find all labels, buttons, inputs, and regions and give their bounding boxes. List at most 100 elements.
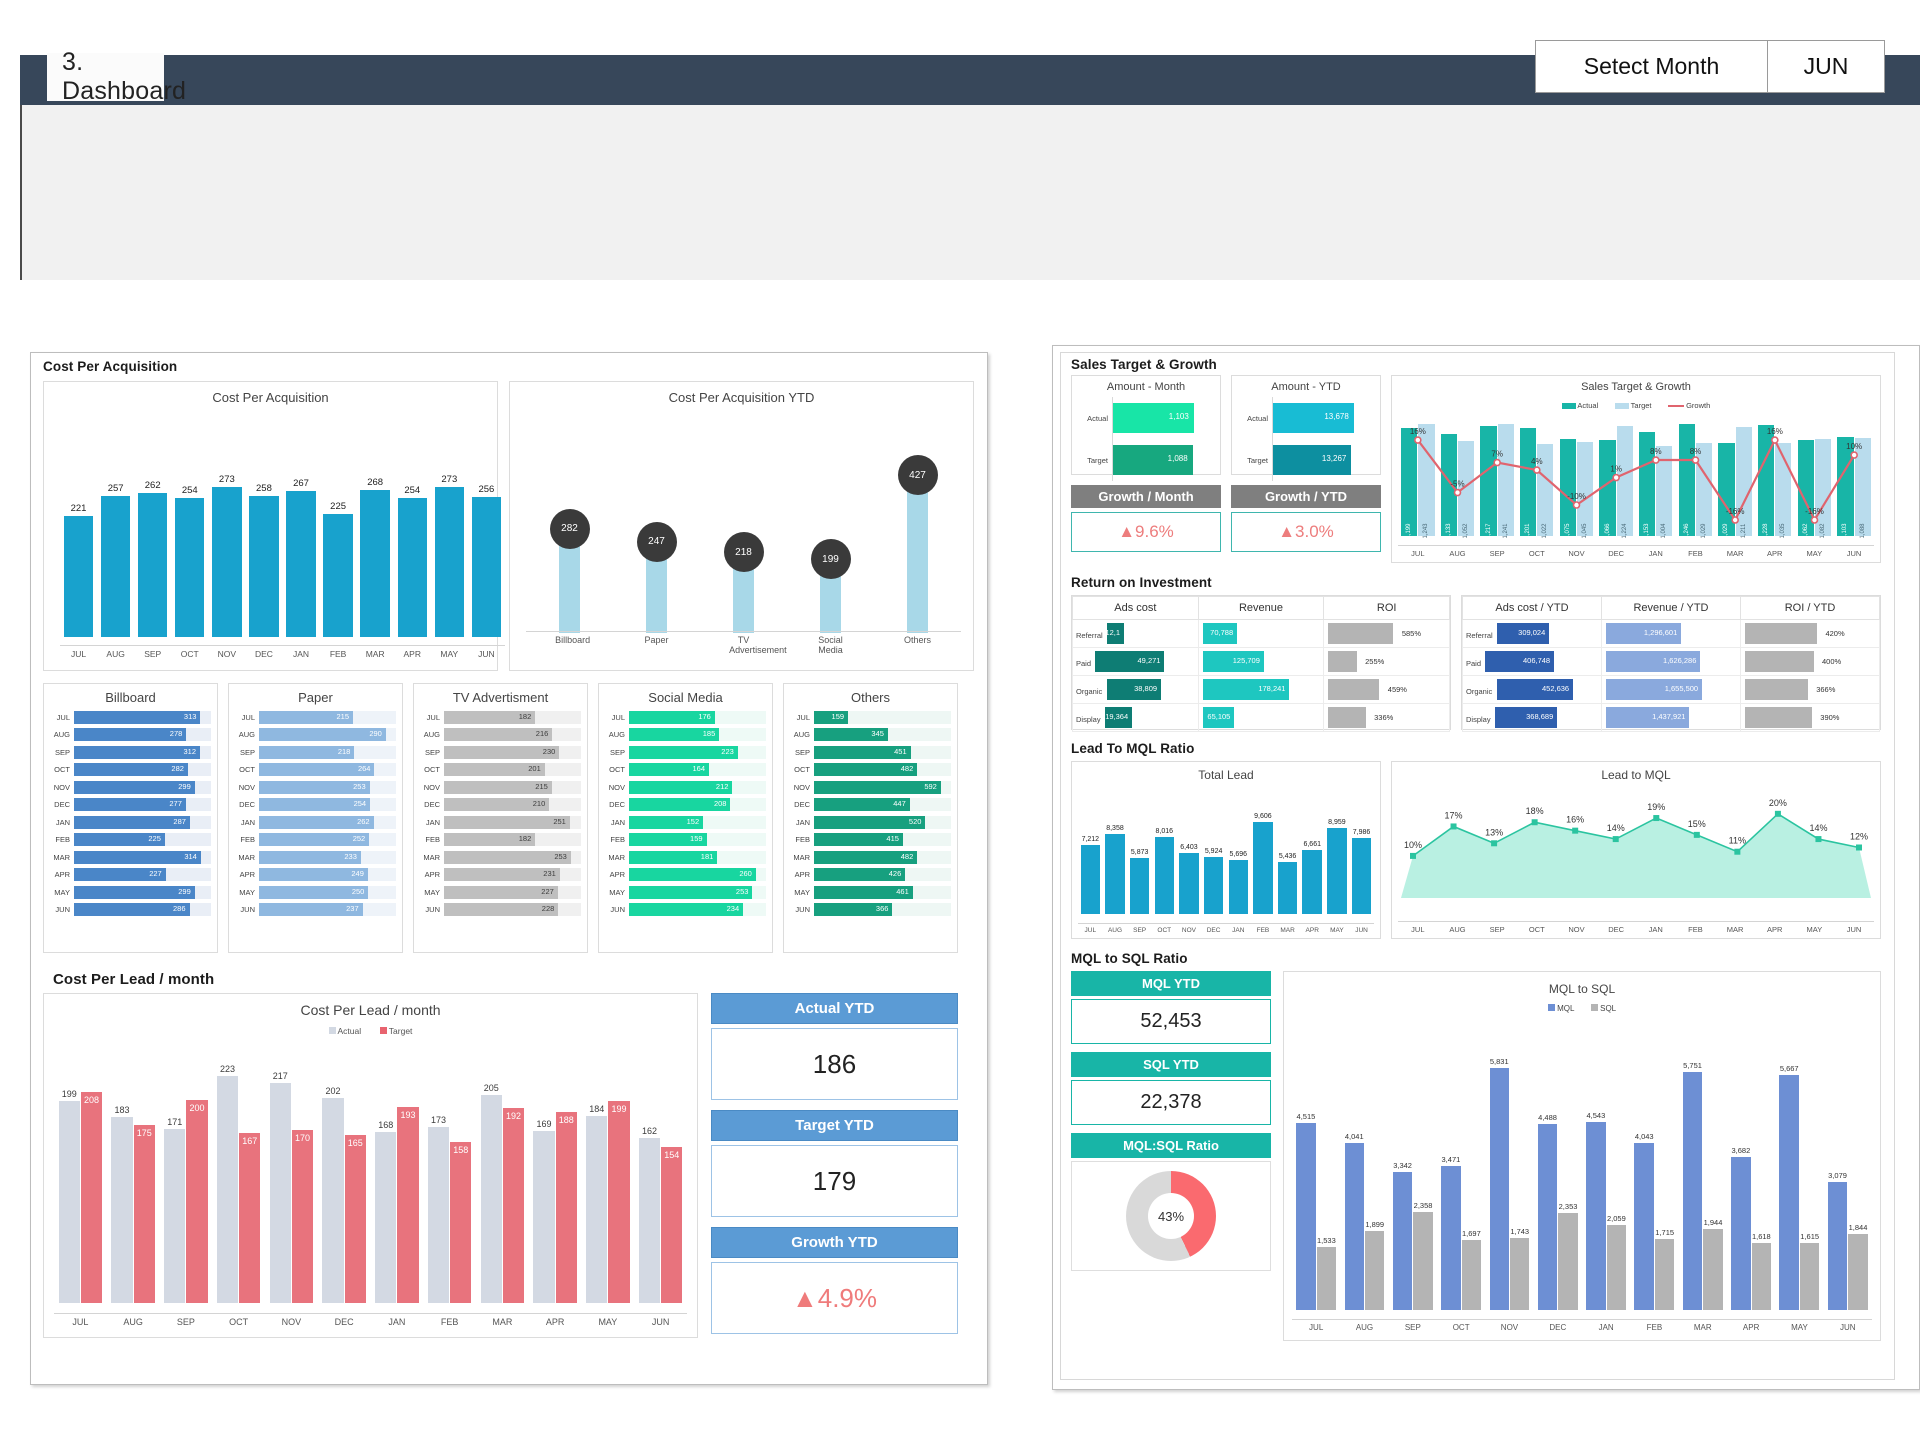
sales-target-value: 1,211 <box>1740 523 1747 539</box>
channel-row: JUL 215 <box>235 709 396 725</box>
cpl-axis-tick: JAN <box>388 1317 406 1327</box>
channel-bar-track: 230 <box>444 745 581 759</box>
lead-bar-value: 6,403 <box>1180 843 1198 851</box>
channel-row-month: AUG <box>423 730 440 739</box>
sales-bar-group: 1,062 1,082 <box>1797 410 1832 539</box>
channel-bar: 592 <box>814 780 941 794</box>
amount-row-label: Target <box>1247 455 1268 465</box>
lead-mql-axis-tick: MAY <box>1806 925 1823 934</box>
mql-bar: 4,043 <box>1634 1132 1654 1310</box>
cpl-target-bar: 154 <box>661 1146 683 1303</box>
roi-revenue-value: 178,241 <box>1258 684 1286 693</box>
cpl-axis-tick: NOV <box>281 1317 302 1327</box>
svg-text:17%: 17% <box>1445 810 1463 820</box>
lead-axis-tick: MAR <box>1280 927 1295 934</box>
roi-column-header: ROI / YTD <box>1740 596 1880 620</box>
lead-mql-axis-tick: FEB <box>1688 925 1703 934</box>
lead-axis-tick: DEC <box>1206 927 1221 934</box>
channel-row: FEB 225 <box>50 832 211 848</box>
roi-revenue-value: 1,626,286 <box>1663 656 1697 665</box>
page-title: 3. Dashboard <box>47 48 186 105</box>
cpa-bar-value: 262 <box>144 480 161 492</box>
channel-bar-value: 218 <box>337 746 351 756</box>
channel-row-month: JUL <box>56 712 70 722</box>
channel-bar-value: 208 <box>713 799 727 808</box>
cpa-axis-tick: JUL <box>70 649 87 659</box>
cpa-ytd-bubble: 218 <box>723 532 764 573</box>
mqlsql-axis-tick: AUG <box>1355 1323 1374 1332</box>
roi-revenue-bar: 125,709 <box>1202 651 1264 672</box>
cpl-actual-bar: 171 <box>164 1117 186 1303</box>
kpi-growth-ytd-number: 4.9% <box>817 1282 877 1313</box>
sql-bar-value: 1,899 <box>1365 1220 1385 1230</box>
channel-bar-value: 278 <box>169 729 183 738</box>
roi-channel-label: Referral <box>1466 630 1493 640</box>
roi-roi-cell: 585% <box>1323 619 1450 648</box>
channel-bar: 159 <box>814 710 849 724</box>
roi-revenue-value: 70,788 <box>1210 628 1234 637</box>
roi-revenue-cell: 70,788 <box>1197 619 1325 648</box>
section-title-cpa: Cost Per Acquisition <box>43 359 178 374</box>
cpl-bar-group: 173 158 <box>427 1049 473 1303</box>
channel-row-month: JUN <box>425 905 440 914</box>
cpl-actual-value: 183 <box>114 1105 130 1116</box>
channel-bar-value: 253 <box>735 886 749 896</box>
roi-roi-cell: 420% <box>1740 619 1880 648</box>
channel-bar-value: 253 <box>554 851 567 861</box>
month-selector-value[interactable]: JUN <box>1768 41 1884 92</box>
cpl-actual-bar: 205 <box>480 1083 502 1303</box>
cpl-target-bar: 167 <box>239 1133 261 1303</box>
cpl-bar-group: 217 170 <box>268 1049 314 1303</box>
lead-axis: JUL AUG SEP OCT NOV DEC JAN FEB MAR APR MAY JUN <box>1078 923 1374 934</box>
sales-actual-bar: 1,199 <box>1401 428 1418 539</box>
roi-month-table-card: Ads cost Revenue ROI Referral 12,1 70,788 … <box>1071 595 1451 732</box>
cost-panel: Cost Per Acquisition Cost Per Acquisitio… <box>30 352 988 1385</box>
roi-roi-cell: 459% <box>1323 675 1450 704</box>
mql-sql-ratio-label: MQL:SQL Ratio <box>1071 1133 1271 1158</box>
lead-to-mql-area-chart: 10% 17% 13% 18% 16% 14% 19% 15% 11% 20% 14% 12% JUL A… <box>1398 788 1874 934</box>
month-selector[interactable]: Setect Month JUN <box>1535 40 1885 93</box>
sales-bar-group: 1,199 1,243 <box>1400 410 1435 539</box>
roi-revenue-cell: 1,296,601 <box>1601 619 1741 648</box>
cpl-axis-tick: MAY <box>598 1317 618 1327</box>
section-title-mql-sql: MQL to SQL Ratio <box>1071 951 1188 966</box>
channel-row-month: JUN <box>240 905 255 914</box>
channel-bar-value: 212 <box>715 781 729 791</box>
channel-bar-track: 461 <box>814 885 951 899</box>
channel-row: MAR 181 <box>605 849 766 865</box>
mqlsql-bar-group: 5,751 1,944 <box>1682 1020 1724 1310</box>
channel-bar-value: 227 <box>541 886 554 896</box>
channel-bar-value: 366 <box>875 904 889 913</box>
channel-row: APR 249 <box>235 867 396 883</box>
sales-bar-group: 1,075 1,045 <box>1559 410 1594 539</box>
roi-revenue-bar: 65,105 <box>1202 707 1235 728</box>
channel-row-month: OCT <box>609 765 625 774</box>
channel-row: AUG 216 <box>420 727 581 743</box>
cpl-chart-title: Cost Per Lead / month <box>300 1002 441 1018</box>
cpl-legend: Actual Target <box>44 1021 697 1039</box>
channel-bar: 461 <box>814 885 913 899</box>
cpa-bar-group: 268 <box>360 456 390 637</box>
cpl-actual-bar: 199 <box>58 1089 80 1303</box>
channel-bar: 312 <box>74 745 201 759</box>
amount-row: Target 13,267 <box>1232 439 1374 481</box>
lead-axis-tick: JUL <box>1084 927 1097 934</box>
cpl-axis-tick: JUL <box>72 1317 89 1327</box>
lead-bar <box>1154 837 1175 914</box>
channel-bar-track: 208 <box>629 798 766 811</box>
cpl-axis-tick: DEC <box>334 1317 354 1327</box>
channel-row: SEP 230 <box>420 744 581 760</box>
cpa-axis-tick: JAN <box>292 649 310 659</box>
channel-row: JUN 366 <box>790 902 951 918</box>
mql-sql-chart-card: MQL to SQL MQL SQL 4,515 1,533 4,041 1,8… <box>1283 971 1881 1341</box>
channel-row: MAY 227 <box>420 884 581 900</box>
lead-mql-axis: JUL AUG SEP OCT NOV DEC JAN FEB MAR APR MAY JUN <box>1398 921 1874 934</box>
channel-bar-value: 231 <box>543 869 556 878</box>
channel-row: JUN 228 <box>420 902 581 918</box>
channel-row: DEC 277 <box>50 797 211 813</box>
channel-row-month: AUG <box>793 730 810 739</box>
cpl-actual-value: 168 <box>378 1120 394 1131</box>
kpi-label-actual-ytd: Actual YTD <box>711 993 958 1024</box>
channel-bar-value: 159 <box>690 834 703 843</box>
roi-roi-bar <box>1745 623 1817 644</box>
